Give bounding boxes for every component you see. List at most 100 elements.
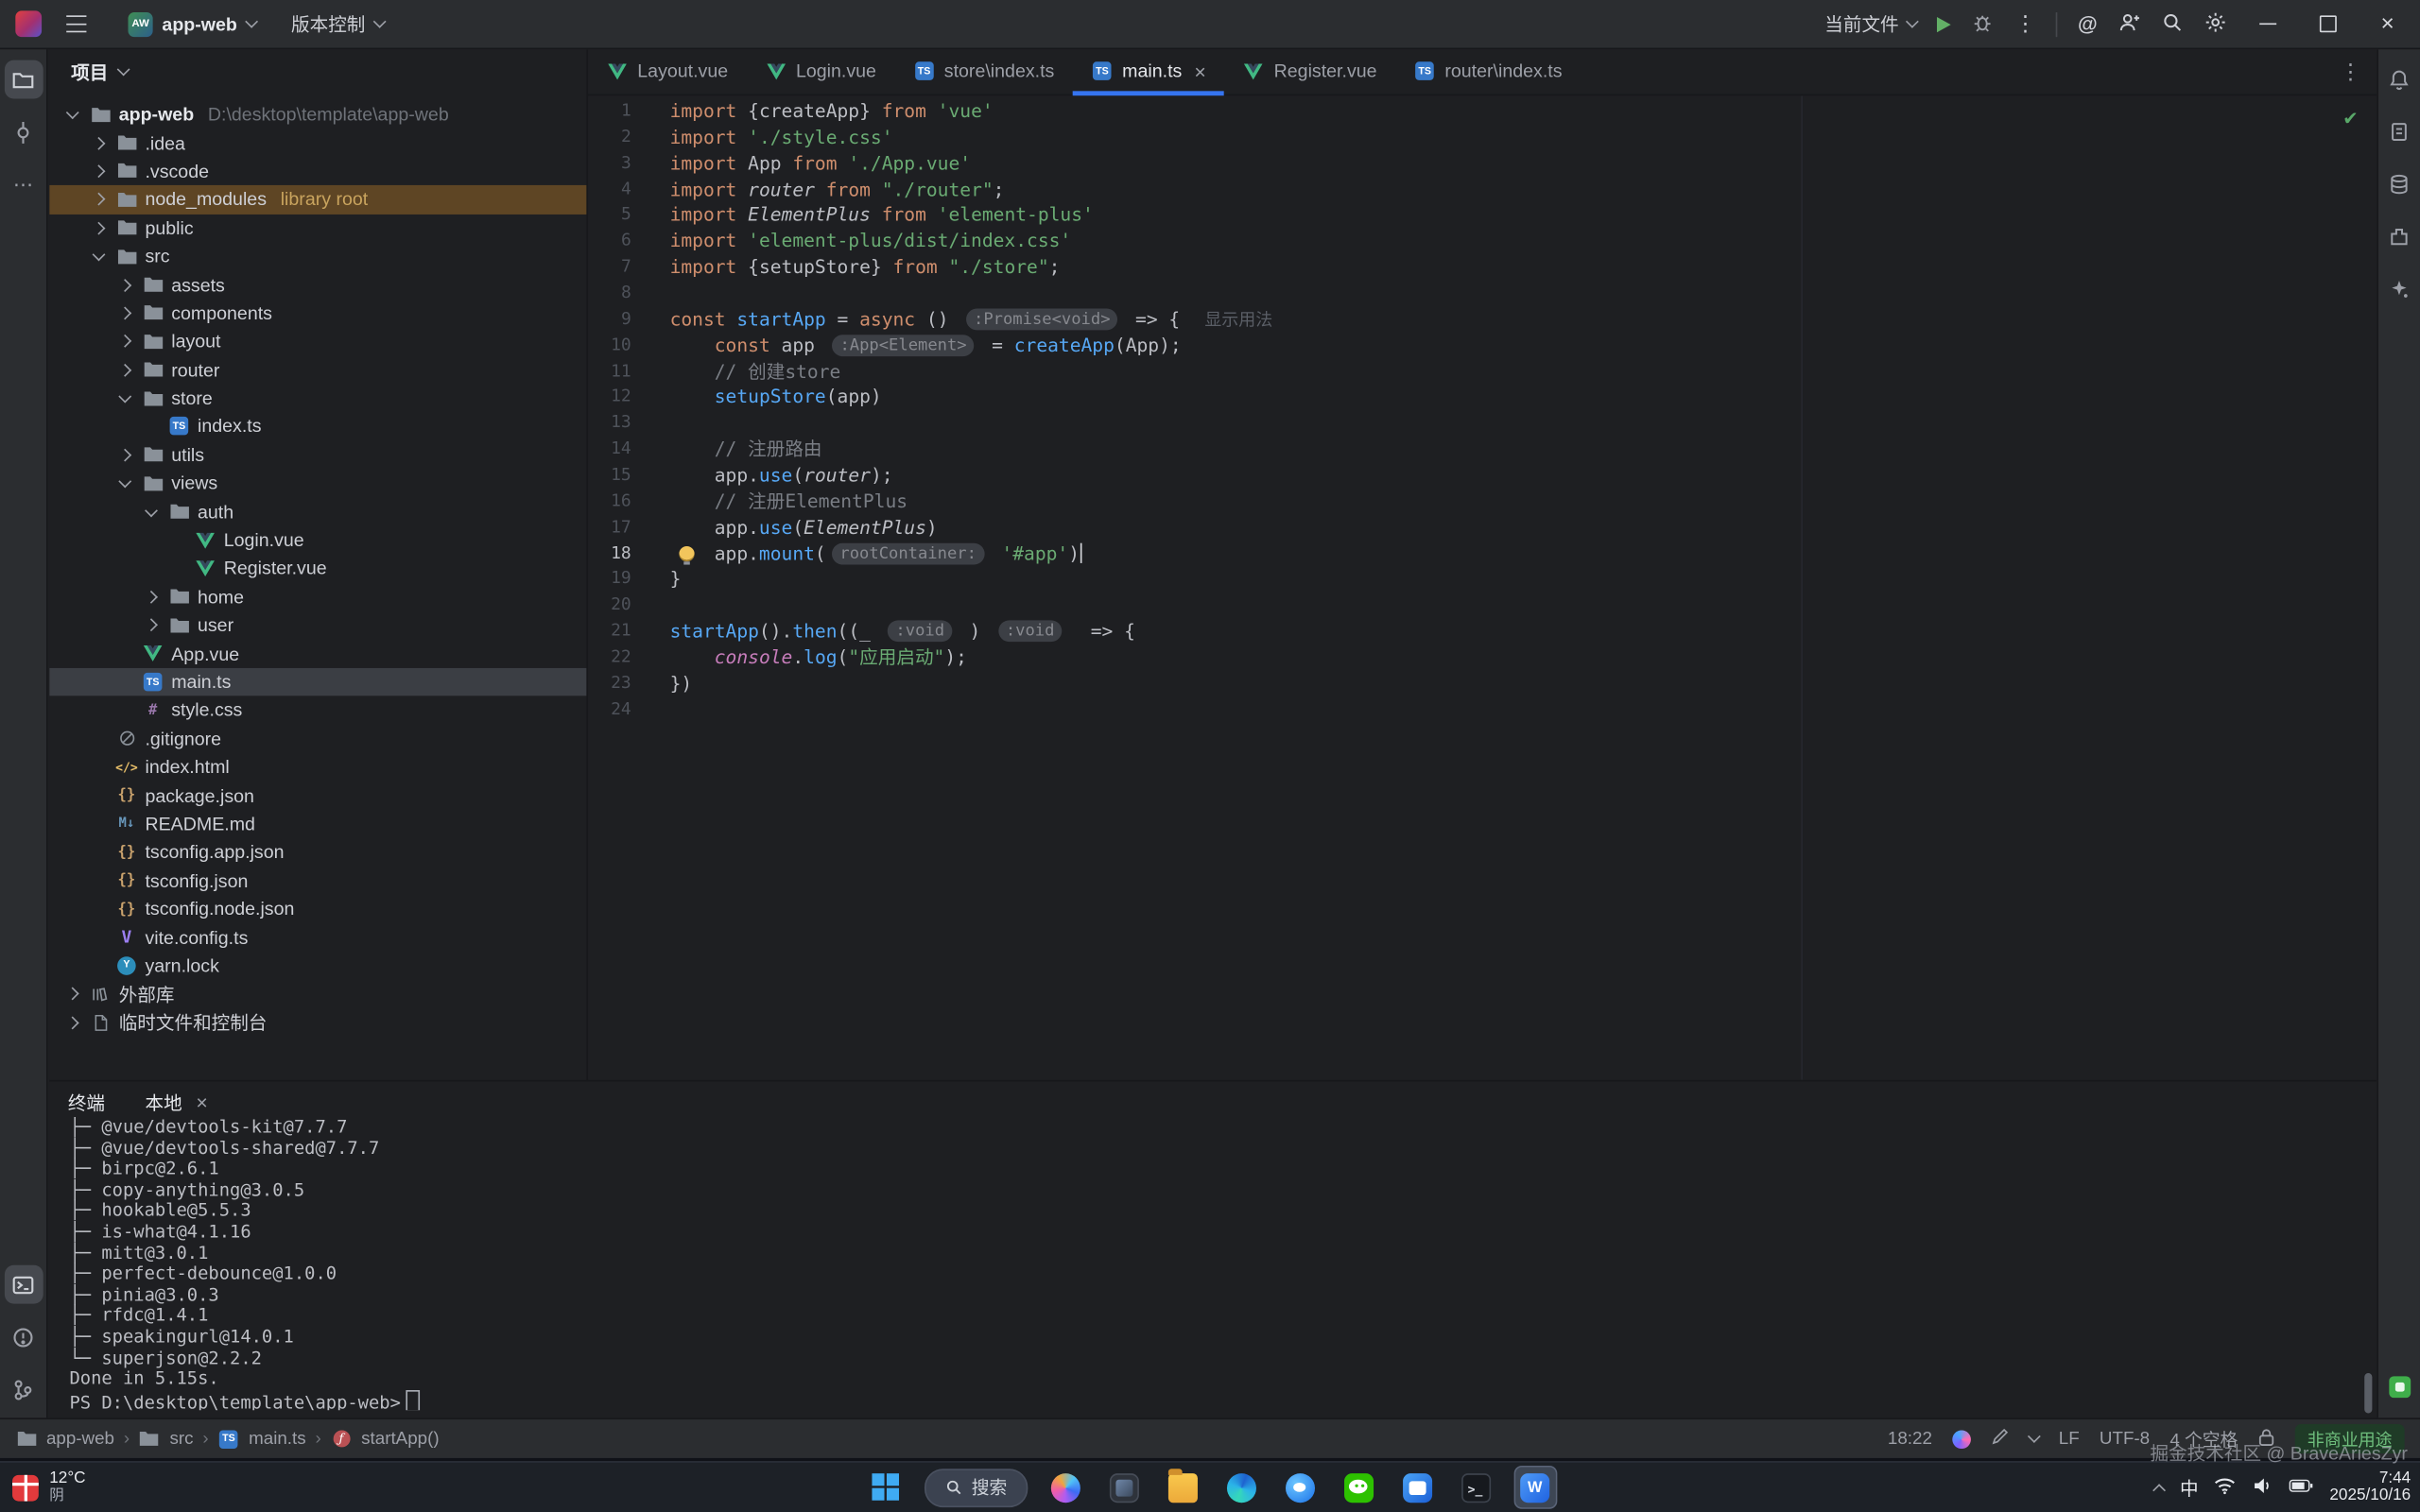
- code-line[interactable]: console.log("应用启动");: [670, 645, 2377, 672]
- edge-browser-icon[interactable]: [1221, 1468, 1261, 1507]
- pc-app-icon[interactable]: [1104, 1468, 1144, 1507]
- tab-store\index.ts[interactable]: TSstore\index.ts: [895, 48, 1073, 94]
- code-line[interactable]: // 注册路由: [670, 437, 2377, 463]
- terminal-prompt[interactable]: PS D:\desktop\template\app-web>: [69, 1390, 2377, 1411]
- tab-Login.vue[interactable]: Login.vue: [747, 48, 895, 94]
- wechat-icon[interactable]: [1339, 1468, 1378, 1507]
- tree-item-外部库[interactable]: 外部库: [49, 980, 586, 1008]
- start-button[interactable]: [865, 1468, 905, 1507]
- weather-widget[interactable]: 12°C 阴: [49, 1470, 85, 1504]
- tree-item-node_modules[interactable]: node_moduleslibrary root: [49, 185, 586, 214]
- tree-item-tsconfig.app.json[interactable]: {}tsconfig.app.json: [49, 838, 586, 867]
- todo-button[interactable]: [2380, 112, 2419, 151]
- tab-router\index.ts[interactable]: TSrouter\index.ts: [1395, 48, 1581, 94]
- more-actions-icon[interactable]: ⋮: [2014, 10, 2036, 37]
- ai-assistant-button[interactable]: [2380, 270, 2419, 309]
- tree-item-index.ts[interactable]: TSindex.ts: [49, 412, 586, 440]
- tree-item-home[interactable]: home: [49, 583, 586, 611]
- terminal-button[interactable]: [4, 1265, 43, 1304]
- mentions-icon[interactable]: @: [2078, 12, 2098, 35]
- breadcrumb-item[interactable]: src: [139, 1430, 194, 1449]
- chevron-down-icon[interactable]: [144, 504, 157, 517]
- tree-item-components[interactable]: components: [49, 299, 586, 327]
- code-line[interactable]: // 注册ElementPlus: [670, 489, 2377, 515]
- minimize-button[interactable]: [2247, 0, 2287, 48]
- code-line[interactable]: import './style.css': [670, 125, 2377, 151]
- more-button[interactable]: ⋯: [4, 165, 43, 204]
- edit-mode-icon[interactable]: [1991, 1427, 2010, 1450]
- breadcrumb-item[interactable]: app-web: [15, 1430, 114, 1449]
- code-line[interactable]: const startApp = async () :Promise<void>…: [670, 307, 2377, 334]
- tree-item-Login.vue[interactable]: Login.vue: [49, 526, 586, 555]
- tree-item-vite.config.ts[interactable]: Vvite.config.ts: [49, 923, 586, 952]
- tree-item-app-web[interactable]: app-webD:\desktop\template\app-web: [49, 100, 586, 129]
- tree-item-layout[interactable]: layout: [49, 327, 586, 355]
- chevron-down-icon[interactable]: [92, 249, 105, 262]
- tab-main.ts[interactable]: TSmain.ts×: [1073, 48, 1224, 94]
- tree-item-views[interactable]: views: [49, 469, 586, 497]
- tree-item-public[interactable]: public: [49, 214, 586, 242]
- code-line[interactable]: import ElementPlus from 'element-plus': [670, 203, 2377, 230]
- code-editor[interactable]: ✔ 12345678910111213141516171819202122232…: [588, 95, 2377, 1080]
- intention-bulb-icon[interactable]: [679, 545, 694, 560]
- terminal-output[interactable]: ├─ @vue/devtools-kit@7.7.7├─ @vue/devtoo…: [49, 1117, 2377, 1410]
- code-line[interactable]: [670, 411, 2377, 438]
- code-line[interactable]: import router from "./router";: [670, 177, 2377, 203]
- plugin-status-icon[interactable]: [1952, 1430, 1971, 1449]
- docs-app-icon[interactable]: [1397, 1468, 1437, 1507]
- tray-clock[interactable]: 7:44 2025/10/16: [2329, 1469, 2411, 1505]
- chevron-right-icon[interactable]: [118, 335, 131, 348]
- chevron-right-icon[interactable]: [65, 988, 78, 1001]
- plugins-button[interactable]: [2380, 217, 2419, 256]
- tree-item-.gitignore[interactable]: .gitignore: [49, 725, 586, 753]
- chevron-down-icon[interactable]: [65, 107, 78, 120]
- code-line[interactable]: import {setupStore} from "./store";: [670, 255, 2377, 282]
- tree-item-.vscode[interactable]: .vscode: [49, 157, 586, 185]
- tab-Register.vue[interactable]: Register.vue: [1224, 48, 1395, 94]
- code-line[interactable]: [670, 697, 2377, 724]
- chevron-right-icon[interactable]: [92, 221, 105, 234]
- tree-item-index.html[interactable]: </>index.html: [49, 753, 586, 782]
- code-line[interactable]: setupStore(app): [670, 385, 2377, 411]
- terminal-title[interactable]: 终端: [68, 1090, 105, 1116]
- close-icon[interactable]: ×: [1194, 60, 1205, 82]
- tray-expand-icon[interactable]: [2153, 1483, 2167, 1496]
- tree-item-App.vue[interactable]: App.vue: [49, 640, 586, 668]
- tree-item-tsconfig.json[interactable]: {}tsconfig.json: [49, 867, 586, 895]
- caret-position[interactable]: 18:22: [1888, 1430, 1932, 1449]
- tree-item-Register.vue[interactable]: Register.vue: [49, 555, 586, 583]
- tree-item-README.md[interactable]: M↓README.md: [49, 810, 586, 838]
- code-line[interactable]: [670, 593, 2377, 619]
- battery-icon[interactable]: [2290, 1476, 2314, 1498]
- code-with-me-icon[interactable]: [2118, 10, 2140, 38]
- taskbar-search[interactable]: 搜索: [924, 1468, 1027, 1506]
- chevron-down-icon[interactable]: [118, 390, 131, 404]
- tree-item-router[interactable]: router: [49, 355, 586, 384]
- tab-options-icon[interactable]: ⋮: [2325, 58, 2377, 84]
- tree-item-src[interactable]: src: [49, 242, 586, 270]
- commit-button[interactable]: [4, 112, 43, 151]
- copilot-icon[interactable]: [1046, 1468, 1085, 1507]
- ai-terminal-button[interactable]: [2380, 1367, 2419, 1406]
- volume-icon[interactable]: [2253, 1476, 2274, 1499]
- chevron-right-icon[interactable]: [118, 363, 131, 376]
- maximize-button[interactable]: [2308, 0, 2347, 48]
- file-encoding[interactable]: UTF-8: [2100, 1430, 2150, 1449]
- run-button[interactable]: [1937, 16, 1951, 31]
- line-separator[interactable]: LF: [2059, 1430, 2080, 1449]
- code-line[interactable]: [670, 281, 2377, 307]
- main-menu-icon[interactable]: [66, 15, 86, 32]
- breadcrumb-item[interactable]: TSmain.ts: [217, 1430, 305, 1449]
- notifications-button[interactable]: [2380, 60, 2419, 99]
- tree-item-tsconfig.node.json[interactable]: {}tsconfig.node.json: [49, 895, 586, 923]
- code-line[interactable]: app.use(ElementPlus): [670, 515, 2377, 541]
- project-folder-button[interactable]: [4, 60, 43, 99]
- code-line[interactable]: }: [670, 567, 2377, 593]
- close-button[interactable]: ×: [2367, 0, 2407, 48]
- project-selector[interactable]: AW app-web: [117, 7, 267, 41]
- run-config-selector[interactable]: 当前文件: [1824, 10, 1917, 37]
- debug-button[interactable]: [1971, 10, 1994, 38]
- problems-button[interactable]: [4, 1317, 43, 1356]
- tree-item-main.ts[interactable]: TSmain.ts: [49, 668, 586, 696]
- tree-item-assets[interactable]: assets: [49, 270, 586, 299]
